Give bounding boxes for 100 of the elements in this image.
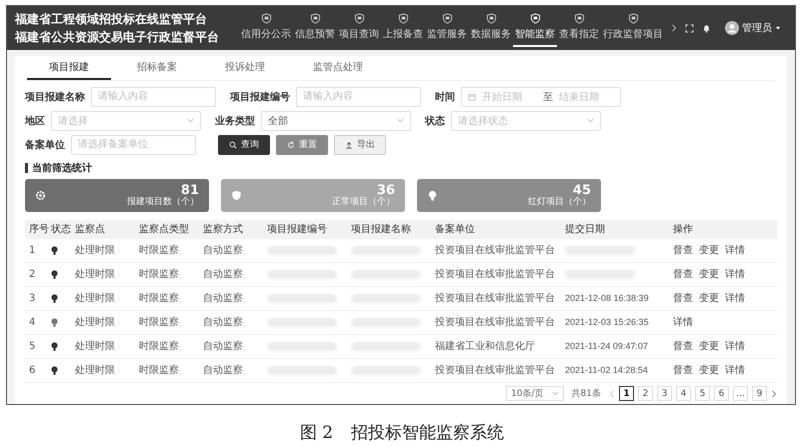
tab[interactable]: 投诉处理 <box>203 56 287 80</box>
shield-icon <box>442 13 452 24</box>
select-field[interactable]: 全部 <box>261 110 411 131</box>
table-cell-text: 时限监察 <box>139 316 180 330</box>
stat-label: 报建项目数（个） <box>127 196 199 208</box>
table-cell-text: 时限监察 <box>139 268 180 282</box>
shield-icon <box>398 13 408 24</box>
action-button[interactable]: 导出 <box>334 134 386 155</box>
table-cell-text: 5 <box>29 340 36 352</box>
nav-item[interactable]: 信用分公示 <box>239 9 293 47</box>
shield-icon <box>530 13 540 24</box>
table-cell-text: 时限监察 <box>139 364 180 378</box>
page-button[interactable]: 6 <box>714 386 729 401</box>
table-cell-text: 投资项目在线审批监管平台 <box>435 316 556 330</box>
action-link[interactable]: 督查 <box>673 291 693 306</box>
total-count: 共81条 <box>572 388 601 400</box>
table-cell-text: 处理时限 <box>75 364 116 378</box>
table-cell-text: 6 <box>29 364 36 376</box>
filter-label: 状态 <box>425 114 445 128</box>
bell-icon[interactable] <box>702 24 711 32</box>
nav-item[interactable]: 查看指定 <box>557 9 601 47</box>
figure-caption: 招投标智能监察系统 <box>351 422 504 444</box>
stat-value: 81 <box>180 184 199 196</box>
nav-item[interactable]: 上报备查 <box>381 9 425 47</box>
search-icon <box>229 140 237 149</box>
action-link[interactable]: 变更 <box>699 243 719 258</box>
stat-value: 36 <box>376 184 395 196</box>
shield-icon <box>486 13 496 24</box>
caret-icon <box>587 117 594 124</box>
action-link[interactable]: 详情 <box>725 267 745 282</box>
action-link[interactable]: 详情 <box>673 315 693 330</box>
table-cell-text: 3 <box>29 292 36 304</box>
nav-item[interactable]: 行政监督项目 <box>601 9 665 47</box>
table-cell-text: 投资项目在线审批监管平台 <box>435 364 556 378</box>
nav-item[interactable]: 智能监察 <box>513 9 557 47</box>
column-header: 监察点 <box>75 222 106 236</box>
table-cell-text: 2021-12-08 16:38:39 <box>565 293 650 304</box>
table-cell-text: 福建省工业和信息化厅 <box>435 340 536 354</box>
page-button[interactable]: 2 <box>638 386 653 401</box>
action-link[interactable]: 督查 <box>673 363 693 378</box>
shield-icon <box>260 13 272 24</box>
date-range-field[interactable]: 开始日期 至 结束日期 <box>461 86 621 107</box>
section-title: 当前筛选统计 <box>32 162 92 175</box>
action-link[interactable]: 详情 <box>725 363 745 378</box>
caret-icon <box>187 117 194 124</box>
refresh-icon <box>287 140 295 149</box>
action-button[interactable]: 查询 <box>218 134 270 155</box>
stat-value: 45 <box>572 184 591 196</box>
page-button[interactable]: 1 <box>619 386 634 401</box>
page-button[interactable]: 3 <box>657 386 672 401</box>
page-button[interactable]: 9 <box>752 386 767 401</box>
action-link[interactable]: 变更 <box>699 267 719 282</box>
table-cell-text: 时限监察 <box>139 244 180 258</box>
platform-title: 福建省公共资源交易电子行政监督平台 <box>15 28 219 46</box>
nav-item[interactable]: 数据服务 <box>469 9 513 47</box>
figure-number: 图 2 <box>300 422 334 444</box>
fullscreen-icon[interactable] <box>685 24 694 32</box>
nav-item[interactable]: 信息预警 <box>293 9 337 47</box>
column-header: 监察方式 <box>203 222 244 236</box>
table-cell-text: 2 <box>29 268 36 280</box>
filter-label: 地区 <box>25 114 45 128</box>
caret-icon <box>397 117 404 124</box>
nav-item[interactable]: 项目查询 <box>337 9 381 47</box>
tab[interactable]: 招标备案 <box>115 56 199 80</box>
tab[interactable]: 监管点处理 <box>291 56 385 80</box>
tab[interactable]: 项目报建 <box>27 56 111 80</box>
page-button[interactable]: 5 <box>695 386 710 401</box>
action-link[interactable]: 变更 <box>699 291 719 306</box>
table-cell-text: 投资项目在线审批监管平台 <box>435 244 556 258</box>
table-cell-text: 处理时限 <box>75 292 116 306</box>
table-cell-text: 自动监察 <box>203 292 244 306</box>
column-header: 提交日期 <box>565 222 606 236</box>
text-input-field[interactable]: 请输入内容 <box>91 86 216 107</box>
text-input-field[interactable]: 请选择备案单位 <box>71 134 196 155</box>
column-header: 项目报建编号 <box>267 222 328 236</box>
table-cell-text: 处理时限 <box>75 316 116 330</box>
text-input-field[interactable]: 请输入内容 <box>296 86 421 107</box>
nav-item[interactable]: 监管服务 <box>425 9 469 47</box>
action-link[interactable]: 详情 <box>725 243 745 258</box>
action-button[interactable]: 重置 <box>276 134 328 155</box>
action-link[interactable]: 详情 <box>725 339 745 354</box>
user-menu[interactable]: 管理员 <box>719 20 787 36</box>
action-link[interactable]: 变更 <box>699 339 719 354</box>
action-link[interactable]: 督查 <box>673 339 693 354</box>
table-cell-text: 1 <box>29 244 36 256</box>
stat-label: 红灯项目（个） <box>528 196 591 208</box>
action-link[interactable]: 督查 <box>673 243 693 258</box>
action-link[interactable]: 变更 <box>699 363 719 378</box>
table-cell-text: 2021-11-24 09:47:07 <box>565 341 649 352</box>
action-link[interactable]: 督查 <box>673 267 693 282</box>
chevron-right-icon[interactable] <box>771 390 777 398</box>
column-header: 状态 <box>51 222 72 236</box>
upload-icon <box>345 140 353 149</box>
page-size-select[interactable]: 10条/页 <box>506 386 564 401</box>
table-cell-text: 自动监察 <box>203 316 244 330</box>
shield-icon <box>354 13 364 24</box>
action-link[interactable]: 详情 <box>725 291 745 306</box>
page-button[interactable]: … <box>733 386 748 401</box>
page-button[interactable]: 4 <box>676 386 691 401</box>
table-cell-text: 2021-11-02 14:28:54 <box>565 365 649 376</box>
